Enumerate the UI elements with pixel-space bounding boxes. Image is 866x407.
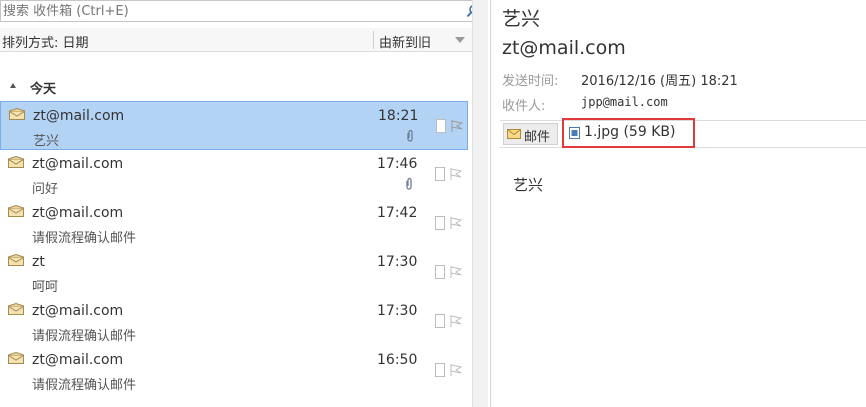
category-box-icon[interactable] [435, 167, 445, 181]
message-tab[interactable]: 邮件 [503, 123, 558, 145]
sort-divider [373, 31, 374, 49]
mail-time: 17:42 [377, 205, 418, 221]
pane-divider[interactable] [490, 0, 491, 407]
mail-time: 17:46 [377, 156, 418, 172]
group-header-today[interactable]: 今天 [30, 78, 56, 97]
flag-icon[interactable] [449, 314, 463, 328]
sort-bar: 排列方式: 日期 由新到旧 [0, 28, 472, 52]
mail-time: 16:50 [377, 352, 418, 368]
envelope-icon [507, 129, 521, 139]
attachment-item[interactable]: 1.jpg (59 KB) [562, 118, 695, 148]
category-box-icon[interactable] [435, 216, 445, 230]
flag-icon[interactable] [449, 265, 463, 279]
mail-subject: 请假流程确认邮件 [32, 329, 137, 344]
mail-subject: 艺兴 [33, 134, 60, 149]
sort-order-label[interactable]: 由新到旧 [379, 32, 431, 51]
sort-by-label[interactable]: 排列方式: 日期 [2, 32, 89, 51]
sent-time-value: 2016/12/16 (周五) 18:21 [581, 74, 738, 89]
message-tab-label: 邮件 [524, 130, 551, 145]
mail-subject: 问好 [32, 182, 59, 197]
search-input[interactable] [3, 2, 458, 20]
envelope-open-icon [8, 254, 24, 266]
mail-sender: zt@mail.com [32, 205, 124, 221]
sent-time-label: 发送时间: [502, 74, 559, 89]
flag-icon[interactable] [449, 216, 463, 230]
mail-sender: zt@mail.com [32, 156, 124, 172]
attachment-label: 1.jpg (59 KB) [584, 124, 676, 140]
paperclip-icon [407, 129, 413, 142]
category-box-icon[interactable] [435, 265, 445, 279]
mail-sender: zt@mail.com [32, 352, 124, 368]
message-list-scrollbar[interactable] [472, 0, 488, 407]
mail-list-item[interactable]: zt@mail.com 请假流程确认邮件 17:42 [0, 199, 468, 248]
flag-icon[interactable] [449, 167, 463, 181]
recipient-value[interactable]: jpp@mail.com [581, 95, 668, 109]
recipient-label: 收件人: [502, 99, 546, 114]
category-box-icon[interactable] [435, 314, 445, 328]
envelope-open-icon [8, 156, 24, 168]
image-file-icon [569, 127, 580, 139]
mail-subject: 呵呵 [32, 280, 59, 295]
mail-subject: 请假流程确认邮件 [32, 231, 137, 246]
reading-from[interactable]: zt@mail.com [502, 37, 626, 59]
mail-list-item[interactable]: zt@mail.com 问好 17:46 [0, 150, 468, 199]
mail-sender: zt [32, 254, 45, 270]
mail-list-item[interactable]: zt@mail.com 请假流程确认邮件 16:50 [0, 346, 468, 395]
sort-dropdown-icon[interactable] [455, 37, 465, 43]
envelope-open-icon [8, 303, 24, 315]
mail-list-item[interactable]: zt 呵呵 17:30 [0, 248, 468, 297]
mail-time: 18:21 [378, 108, 419, 124]
envelope-open-icon [9, 108, 25, 120]
message-body: 艺兴 [513, 176, 544, 194]
mail-time: 17:30 [377, 303, 418, 319]
flag-icon[interactable] [449, 363, 463, 377]
paperclip-icon [406, 177, 412, 190]
mail-time: 17:30 [377, 254, 418, 270]
mail-sender: zt@mail.com [32, 303, 124, 319]
category-box-icon[interactable] [436, 119, 446, 133]
search-box[interactable] [0, 0, 486, 22]
mail-list-item[interactable]: zt@mail.com 艺兴 18:21 [0, 101, 468, 150]
category-box-icon[interactable] [435, 363, 445, 377]
envelope-open-icon [8, 205, 24, 217]
envelope-open-icon [8, 352, 24, 364]
flag-icon[interactable] [450, 119, 464, 133]
mail-list-item[interactable]: zt@mail.com 请假流程确认邮件 17:30 [0, 297, 468, 346]
reading-subject: 艺兴 [502, 8, 541, 30]
mail-subject: 请假流程确认邮件 [32, 378, 137, 393]
mail-sender: zt@mail.com [33, 108, 125, 124]
collapse-triangle-icon[interactable] [10, 83, 16, 88]
